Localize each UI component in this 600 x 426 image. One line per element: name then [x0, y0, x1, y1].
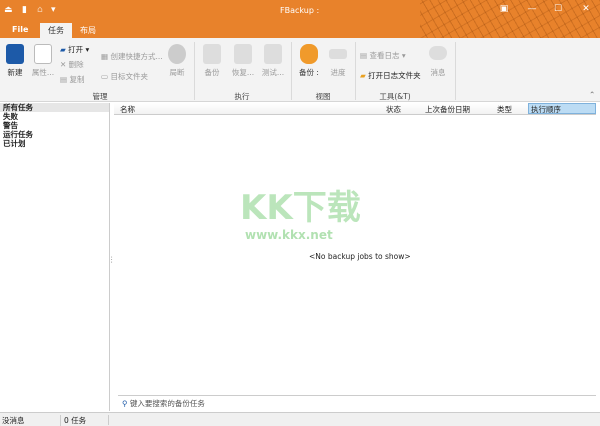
minimize-button[interactable]: — — [522, 4, 542, 14]
column-order[interactable]: 执行顺序 — [528, 103, 596, 114]
open-log-folder-label: 打开日志文件夹 — [368, 71, 421, 80]
target-folder-button[interactable]: ▭ 目标文件夹 — [101, 71, 148, 82]
column-name[interactable]: 名称 — [120, 104, 135, 115]
new-icon — [6, 44, 24, 64]
app-menu-icon[interactable]: ⏏ — [4, 5, 13, 15]
empty-message: <No backup jobs to show> — [309, 252, 411, 261]
jobs-list: 名称 状态 上次备份日期 类型 执行顺序 <No backup jobs to … — [114, 103, 600, 411]
group-separator — [355, 42, 356, 100]
test-label: 测试... — [261, 68, 285, 77]
create-shortcut-label: 创建快捷方式... — [110, 52, 163, 61]
restore-run-label: 恢复... — [231, 68, 255, 77]
column-status[interactable]: 状态 — [386, 104, 401, 115]
restore-run-button[interactable]: 恢复... — [229, 44, 257, 78]
status-task-count: 0 任务 — [60, 415, 86, 426]
restore-icon[interactable]: ▣ — [494, 4, 514, 14]
database-icon — [300, 44, 318, 64]
title-bar: ⏏ ▮ ⌂ ▾ FBackup : ▣ — ☐ ✕ File 任务 布局 — [0, 0, 600, 38]
view-log-label: 查看日志 — [369, 51, 400, 60]
status-messages: 没消息 — [2, 416, 25, 425]
backup-run-button[interactable]: 备份 — [199, 44, 225, 78]
new-label: 新建 — [7, 68, 23, 77]
test-button[interactable]: 测试... — [259, 44, 287, 78]
filter-running[interactable]: 运行任务 — [0, 130, 109, 139]
view-log-button[interactable]: ▤ 查看日志 ▾ — [360, 50, 406, 61]
progress-button[interactable]: 进度 — [326, 44, 350, 78]
properties-icon — [34, 44, 52, 64]
delete-label: 删除 — [68, 60, 84, 69]
ribbon: 新建 属性... ▰ 打开 ▾ ✕ 删除 ▤ 复制 ▦ 创建快捷方式... ▭ … — [0, 38, 600, 102]
tab-layout[interactable]: 布局 — [72, 23, 104, 38]
group-separator — [455, 42, 456, 100]
properties-button[interactable]: 属性... — [30, 44, 56, 78]
message-button[interactable]: 消息 — [427, 46, 449, 78]
restore-icon — [168, 44, 186, 64]
check-icon — [264, 44, 282, 64]
collapse-ribbon-icon[interactable]: ⌃ — [589, 90, 595, 99]
tab-file[interactable]: File — [4, 23, 36, 38]
status-divider — [108, 415, 109, 425]
restore-label: 局断 — [169, 68, 185, 77]
column-type[interactable]: 类型 — [497, 104, 512, 115]
properties-label: 属性... — [31, 68, 55, 77]
download-icon — [234, 44, 252, 64]
column-last-backup[interactable]: 上次备份日期 — [425, 104, 470, 115]
search-icon: ⚲ — [122, 399, 128, 408]
open-button[interactable]: ▰ 打开 ▾ — [60, 44, 89, 55]
close-button[interactable]: ✕ — [576, 4, 596, 14]
task-filter-list: 所有任务 失败 警告 运行任务 已计划 — [0, 103, 110, 411]
filter-warning[interactable]: 警告 — [0, 121, 109, 130]
filter-failed[interactable]: 失败 — [0, 112, 109, 121]
watermark-url: www.kkx.net — [245, 228, 333, 242]
progress-icon — [329, 49, 347, 59]
maximize-button[interactable]: ☐ — [548, 4, 568, 14]
restore-button[interactable]: 局断 — [166, 44, 188, 78]
quick-access-dropdown-icon[interactable]: ▾ — [51, 5, 56, 15]
create-shortcut-button[interactable]: ▦ 创建快捷方式... — [101, 51, 163, 62]
open-label: 打开 — [68, 45, 84, 54]
folder-icon: ▰ — [360, 71, 366, 80]
copy-button[interactable]: ▤ 复制 — [60, 74, 84, 85]
delete-button[interactable]: ✕ 删除 — [60, 59, 84, 70]
upload-icon — [203, 44, 221, 64]
view-backup-label: 备份 : — [299, 68, 319, 77]
up-icon[interactable]: ⌂ — [37, 5, 43, 15]
column-header: 名称 状态 上次备份日期 类型 执行顺序 — [114, 103, 596, 115]
group-view-label: 视图 — [315, 92, 331, 101]
open-log-folder-button[interactable]: ▰ 打开日志文件夹 — [360, 70, 421, 81]
new-button[interactable]: 新建 — [4, 44, 26, 78]
message-icon — [429, 46, 447, 60]
copy-label: 复制 — [69, 75, 85, 84]
group-run-label: 执行 — [234, 92, 250, 101]
open-icon: ▰ — [60, 45, 66, 54]
watermark-logo: KK下载 — [240, 188, 361, 228]
backup-run-label: 备份 — [204, 68, 220, 77]
view-backup-button[interactable]: 备份 : — [296, 44, 322, 78]
target-folder-label: 目标文件夹 — [110, 72, 148, 81]
search-placeholder: 键入要搜索的备份任务 — [129, 399, 205, 408]
search-input[interactable]: ⚲ 键入要搜索的备份任务 — [118, 395, 596, 408]
message-label: 消息 — [430, 68, 446, 77]
filter-all-tasks[interactable]: 所有任务 — [0, 103, 109, 112]
group-separator — [291, 42, 292, 100]
tab-tasks[interactable]: 任务 — [40, 23, 72, 38]
group-separator — [194, 42, 195, 100]
new-file-icon[interactable]: ▮ — [22, 5, 27, 15]
group-tools-label: 工具(&T) — [379, 92, 411, 101]
filter-scheduled[interactable]: 已计划 — [0, 139, 109, 148]
progress-label: 进度 — [330, 68, 346, 77]
window-title: FBackup : — [280, 6, 320, 15]
group-manage-label: 管理 — [92, 92, 108, 101]
status-bar: 没消息 0 任务 — [0, 412, 600, 426]
